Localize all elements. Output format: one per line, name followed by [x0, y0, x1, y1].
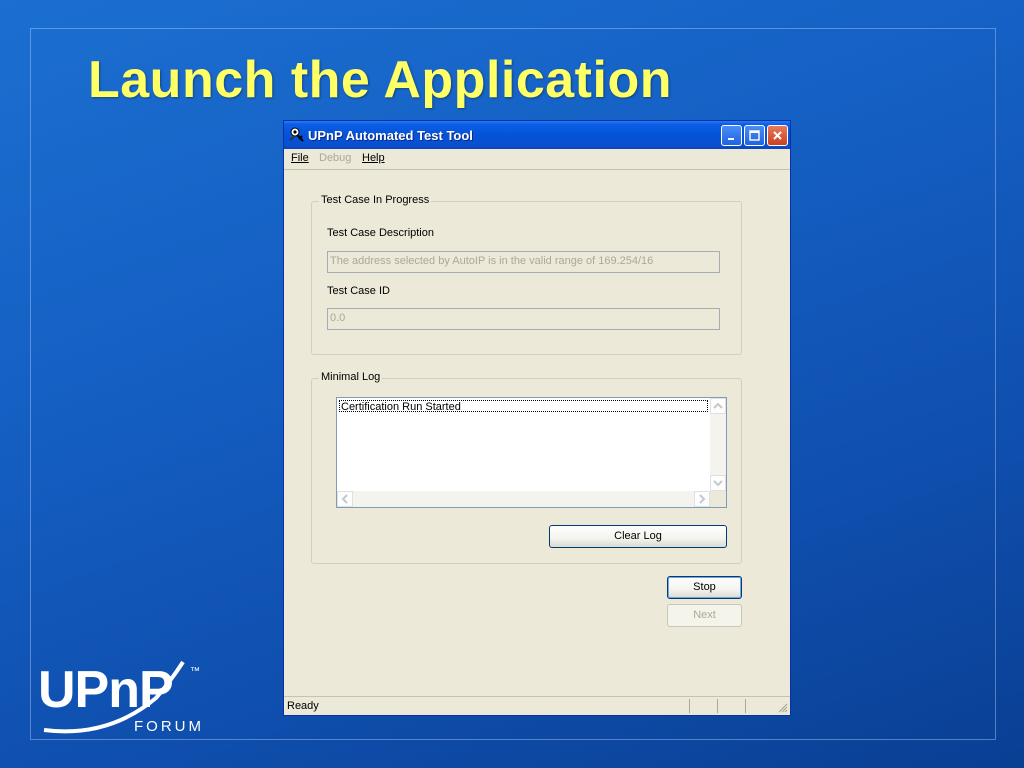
test-case-group: Test Case In Progress Test Case Descript… [311, 194, 742, 355]
scroll-up-button[interactable] [710, 398, 726, 414]
clear-log-button[interactable]: Clear Log [549, 525, 727, 548]
logo-trademark: ™ [190, 666, 200, 677]
menu-help[interactable]: Help [362, 152, 385, 164]
log-horizontal-scrollbar[interactable] [337, 491, 710, 507]
status-pane [745, 699, 774, 713]
log-vertical-scrollbar[interactable] [710, 398, 726, 491]
menu-debug[interactable]: Debug [319, 152, 351, 164]
slide-title: Launch the Application [88, 51, 672, 109]
chevron-right-icon [699, 494, 706, 504]
app-tool-icon [289, 127, 304, 142]
stop-button[interactable]: Stop [667, 576, 742, 599]
window-titlebar[interactable]: UPnP Automated Test Tool [284, 121, 790, 149]
maximize-icon [749, 130, 760, 141]
status-bar: Ready [284, 696, 790, 715]
window-title: UPnP Automated Test Tool [308, 128, 473, 143]
log-listbox[interactable]: Certification Run Started [336, 397, 727, 508]
description-field[interactable]: The address selected by AutoIP is in the… [327, 251, 720, 273]
scroll-down-button[interactable] [710, 475, 726, 491]
upnp-forum-logo: UPnP ™ FORUM [38, 650, 208, 745]
scrollbar-corner [710, 491, 726, 507]
description-label: Test Case Description [327, 227, 434, 239]
close-icon [773, 131, 782, 140]
chevron-left-icon [341, 494, 348, 504]
logo-subtext: FORUM [134, 718, 204, 735]
minimize-button[interactable] [721, 125, 742, 146]
resize-grip-icon[interactable] [776, 701, 788, 713]
scroll-right-button[interactable] [694, 491, 710, 507]
app-window: UPnP Automated Test Tool File Debug Help… [283, 120, 791, 716]
minimize-icon [728, 138, 734, 140]
menu-file[interactable]: File [291, 152, 309, 164]
logo-text: UPnP [38, 661, 174, 719]
test-case-id-label: Test Case ID [327, 285, 390, 297]
log-group-legend: Minimal Log [319, 371, 383, 383]
test-case-id-field[interactable]: 0.0 [327, 308, 720, 330]
close-button[interactable] [767, 125, 788, 146]
test-case-group-legend: Test Case In Progress [319, 194, 432, 206]
chevron-down-icon [713, 480, 723, 487]
status-pane [689, 699, 718, 713]
status-text: Ready [287, 700, 319, 712]
log-entry[interactable]: Certification Run Started [339, 400, 708, 413]
maximize-button[interactable] [744, 125, 765, 146]
chevron-up-icon [713, 402, 723, 409]
next-button[interactable]: Next [667, 604, 742, 627]
status-pane [717, 699, 746, 713]
log-group: Minimal Log Certification Run Started Cl… [311, 371, 742, 564]
menu-bar: File Debug Help [284, 149, 790, 170]
scroll-left-button[interactable] [337, 491, 353, 507]
